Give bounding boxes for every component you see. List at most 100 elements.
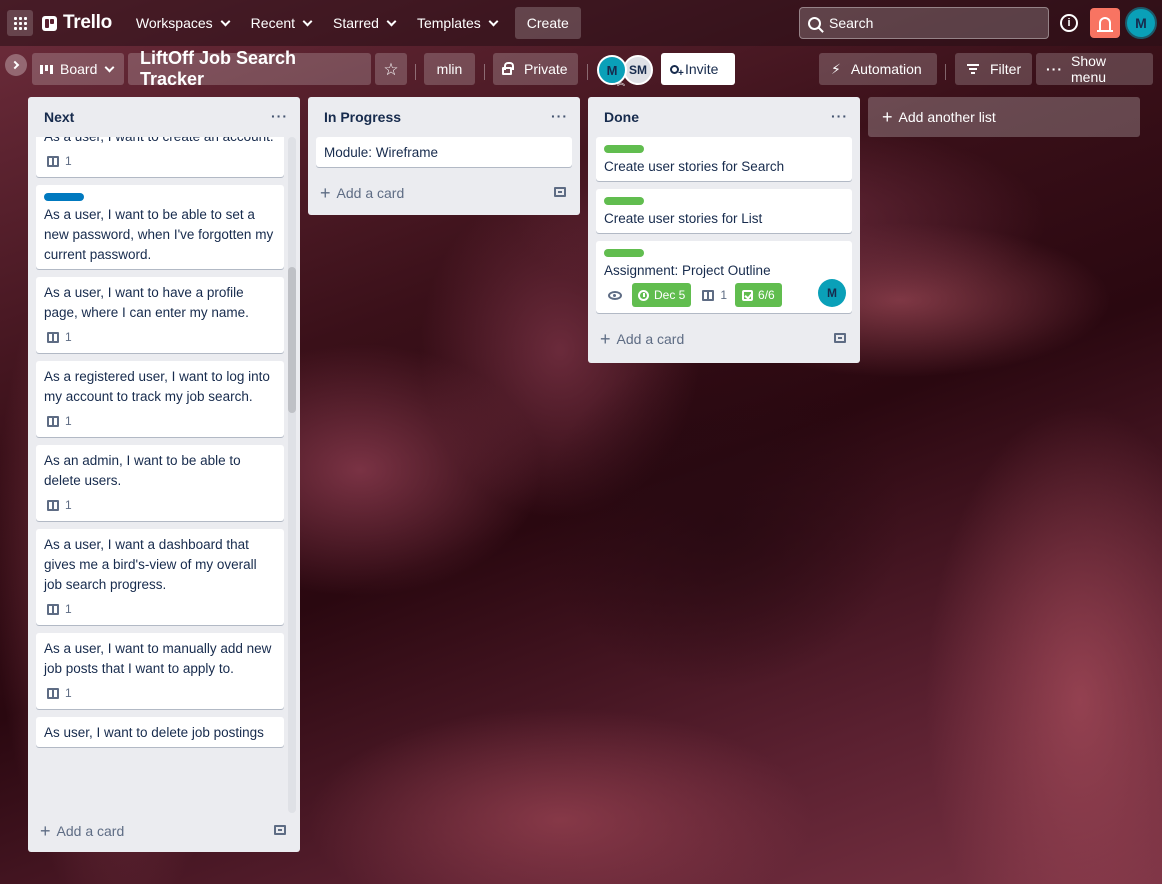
expand-sidebar-button[interactable]	[5, 54, 27, 76]
plus-icon: +	[320, 183, 331, 203]
nav-starred[interactable]: Starred	[323, 7, 405, 39]
card-label-green[interactable]	[604, 145, 644, 153]
show-menu-button[interactable]: ··· Show menu	[1036, 53, 1153, 85]
card-badges: 1	[44, 493, 276, 517]
card-badges: 1	[44, 149, 276, 173]
card[interactable]: As a registered user, I want to log into…	[36, 361, 284, 437]
watching-icon	[608, 290, 622, 300]
chevron-right-icon	[10, 60, 20, 70]
card-template-icon[interactable]	[834, 333, 846, 343]
scrollbar-track[interactable]	[288, 137, 296, 813]
nav-label: Starred	[333, 15, 379, 31]
trello-logo[interactable]: Trello	[42, 12, 112, 34]
card[interactable]: As a user, I want to create an account. …	[36, 137, 284, 177]
list-title[interactable]: Next	[44, 109, 74, 125]
bell-icon	[1097, 16, 1113, 32]
notifications-button[interactable]	[1090, 8, 1120, 38]
description-icon	[47, 687, 59, 699]
more-icon: ···	[1046, 61, 1063, 77]
card-label-green[interactable]	[604, 249, 644, 257]
card[interactable]: Assignment: Project Outline Dec 5 1 6/6 …	[596, 241, 852, 313]
card-scroll-area[interactable]: As a user, I want to create an account. …	[28, 137, 300, 813]
lock-icon	[502, 62, 514, 75]
nav-workspaces[interactable]: Workspaces	[126, 7, 239, 39]
list-actions-icon[interactable]: ···	[831, 108, 848, 124]
chevron-down-icon	[220, 16, 231, 26]
invite-button[interactable]: Invite	[661, 53, 735, 85]
card-title: As an admin, I want to be able to delete…	[44, 453, 241, 488]
lightning-icon: ⚡	[831, 60, 841, 77]
add-card-button[interactable]: + Add a card	[588, 321, 860, 357]
automation-button[interactable]: ⚡ Automation	[819, 53, 937, 85]
add-card-label: Add a card	[336, 185, 405, 201]
card-badges: 1	[44, 409, 276, 433]
grid-icon	[13, 16, 27, 30]
list-title[interactable]: In Progress	[324, 109, 401, 125]
board-view-switcher[interactable]: Board	[32, 53, 124, 85]
user-avatar[interactable]: M	[1125, 7, 1157, 39]
checklist-badge: 6/6	[735, 283, 782, 307]
card[interactable]: Create user stories for List	[596, 189, 852, 233]
description-icon	[47, 499, 59, 511]
board-title[interactable]: LiftOff Job Search Tracker	[128, 48, 371, 89]
list-header[interactable]: In Progress ···	[308, 97, 580, 137]
list-done: Done ··· Create user stories for Search …	[588, 97, 860, 363]
card[interactable]: As a user, I want a dashboard that gives…	[36, 529, 284, 625]
description-icon	[702, 289, 715, 301]
app-switcher-button[interactable]	[7, 10, 33, 36]
scrollbar-thumb[interactable]	[288, 267, 296, 413]
search-placeholder: Search	[829, 15, 874, 31]
workspace-button[interactable]: mlin	[424, 53, 475, 85]
description-icon	[47, 155, 59, 167]
card[interactable]: As an admin, I want to be able to delete…	[36, 445, 284, 521]
add-card-button[interactable]: + Add a card	[308, 175, 580, 211]
card[interactable]: As a user, I want to have a profile page…	[36, 277, 284, 353]
card-title: As a user, I want a dashboard that gives…	[44, 537, 257, 592]
card-template-icon[interactable]	[554, 187, 566, 197]
card-badges: 1	[44, 325, 276, 349]
visibility-button[interactable]: Private	[493, 53, 578, 85]
nav-label: Recent	[250, 15, 296, 31]
card-title: Create user stories for List	[604, 211, 763, 226]
card[interactable]: As user, I want to delete job postings	[36, 717, 284, 747]
card[interactable]: As a user, I want to manually add new jo…	[36, 633, 284, 709]
divider	[484, 64, 485, 80]
description-icon	[47, 415, 59, 427]
card-title: As a user, I want to create an account.	[44, 137, 276, 147]
card-member-avatar[interactable]: M	[818, 279, 846, 307]
description-icon	[47, 603, 59, 615]
card-template-icon[interactable]	[274, 825, 286, 835]
list-actions-icon[interactable]: ···	[551, 108, 568, 124]
add-card-button[interactable]: + Add a card	[28, 813, 300, 849]
card-label-blue[interactable]	[44, 193, 84, 201]
list-actions-icon[interactable]: ···	[271, 108, 288, 124]
list-title[interactable]: Done	[604, 109, 639, 125]
board-icon	[40, 64, 53, 74]
add-list-button[interactable]: + Add another list	[868, 97, 1140, 137]
plus-icon: +	[40, 821, 51, 841]
due-date-badge[interactable]: Dec 5	[632, 283, 692, 307]
nav-label: Templates	[416, 15, 481, 31]
card[interactable]: Module: Wireframe	[316, 137, 572, 167]
list-header[interactable]: Next ···	[28, 97, 300, 137]
info-icon[interactable]: i	[1060, 14, 1078, 32]
chevron-down-icon	[302, 16, 313, 26]
create-button[interactable]: Create	[514, 7, 581, 39]
nav-recent[interactable]: Recent	[241, 7, 321, 39]
nav-templates[interactable]: Templates	[407, 7, 507, 39]
description-count: 1	[65, 154, 72, 168]
member-avatar[interactable]: SM	[623, 55, 653, 85]
card-title: As a user, I want to be able to set a ne…	[44, 207, 274, 262]
list-header[interactable]: Done ···	[588, 97, 860, 137]
nav-label: Workspaces	[135, 15, 213, 31]
filter-button[interactable]: Filter	[955, 53, 1032, 85]
card[interactable]: Create user stories for Search	[596, 137, 852, 181]
automation-label: Automation	[850, 61, 922, 77]
card[interactable]: As a user, I want to be able to set a ne…	[36, 185, 284, 269]
star-board-button[interactable]: ☆	[375, 53, 407, 85]
divider	[945, 64, 946, 80]
card-label-green[interactable]	[604, 197, 644, 205]
card-title: Module: Wireframe	[324, 145, 439, 160]
search-input[interactable]: Search	[799, 7, 1049, 39]
due-date-label: Dec 5	[654, 288, 686, 302]
